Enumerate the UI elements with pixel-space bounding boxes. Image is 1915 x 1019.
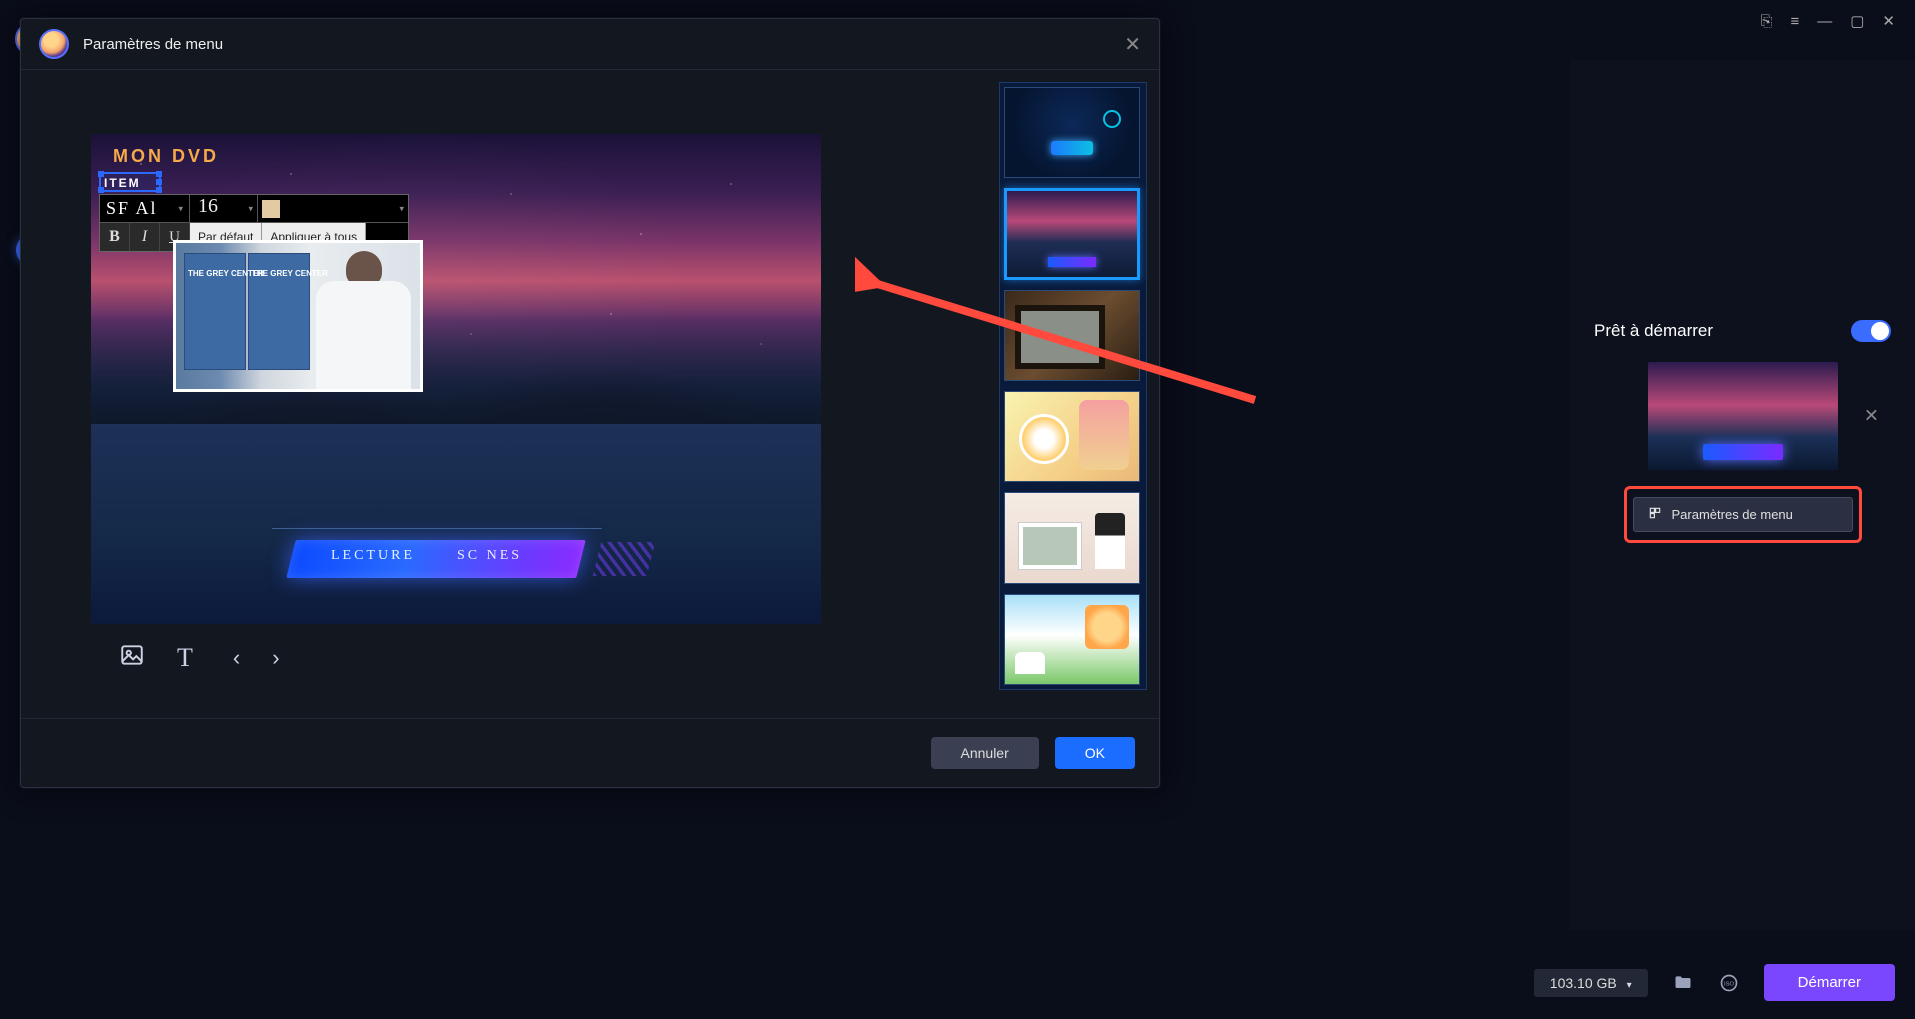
preview-tools: T ‹ › <box>91 624 999 674</box>
close-window-icon[interactable]: ✕ <box>1882 12 1895 30</box>
resize-handle[interactable] <box>98 171 104 177</box>
menu-settings-button[interactable]: Paramètres de menu <box>1633 497 1853 532</box>
sign-text: THE GREY CENTER <box>252 269 328 279</box>
window-controls: ⎘ ≡ — ▢ ✕ <box>1760 12 1895 30</box>
folder-icon[interactable] <box>1672 972 1694 994</box>
resize-handle[interactable] <box>98 187 104 193</box>
dvd-title-text[interactable]: MON DVD <box>113 146 219 167</box>
menu-icon[interactable]: ≡ <box>1790 13 1799 30</box>
svg-text:ISO: ISO <box>1724 981 1735 987</box>
remove-preview-icon[interactable]: ✕ <box>1864 406 1879 427</box>
pin-icon[interactable]: ⎘ <box>1760 13 1772 30</box>
selected-text-item[interactable]: ITEM <box>99 172 161 192</box>
template-thumb-wedding[interactable] <box>1004 492 1140 583</box>
menu-preview-canvas[interactable]: MON DVD ITEM SF Al ▾ <box>91 134 821 624</box>
template-thumb-film-reel[interactable] <box>1004 290 1140 381</box>
ok-button[interactable]: OK <box>1055 737 1135 769</box>
resize-handle[interactable] <box>156 171 162 177</box>
ready-to-start-label: Prêt à démarrer <box>1594 321 1713 341</box>
chevron-down-icon: ▾ <box>178 203 185 214</box>
play-bar: LECTURE SC NES <box>261 522 651 584</box>
next-page-icon[interactable]: › <box>272 645 279 671</box>
item-label: ITEM <box>101 176 141 190</box>
color-swatch <box>262 200 280 218</box>
template-thumb-kids[interactable] <box>1004 594 1140 685</box>
ready-toggle[interactable] <box>1851 320 1891 342</box>
bold-button[interactable]: B <box>100 223 130 251</box>
font-color-select[interactable]: ▾ <box>258 195 408 222</box>
text-tool-icon[interactable]: T <box>177 643 193 673</box>
modal-header: Paramètres de menu ✕ <box>21 19 1159 70</box>
resize-handle[interactable] <box>156 187 162 193</box>
menu-preview-thumb[interactable] <box>1648 362 1838 470</box>
maximize-icon[interactable]: ▢ <box>1850 12 1864 30</box>
chevron-down-icon: ▾ <box>248 203 253 214</box>
annotation-highlight: Paramètres de menu <box>1624 486 1862 543</box>
menu-settings-label: Paramètres de menu <box>1672 507 1793 522</box>
play-button-label[interactable]: LECTURE <box>331 548 415 564</box>
scenes-button-label[interactable]: SC NES <box>457 548 522 564</box>
minimize-icon[interactable]: — <box>1817 13 1832 30</box>
modal-close-icon[interactable]: ✕ <box>1124 32 1141 57</box>
template-thumb-nebula[interactable] <box>1004 188 1140 279</box>
bottom-bar: 103.10 GB ▾ ISO Démarrer <box>1534 964 1895 1001</box>
template-thumb-tech-blue[interactable] <box>1004 87 1140 178</box>
disk-size-display[interactable]: 103.10 GB ▾ <box>1534 969 1648 997</box>
prev-page-icon[interactable]: ‹ <box>233 645 240 671</box>
chevron-down-icon: ▾ <box>399 203 404 214</box>
right-panel: Prêt à démarrer ✕ Paramètres de menu <box>1570 60 1915 930</box>
font-family-select[interactable]: SF Al ▾ <box>100 195 190 222</box>
template-strip[interactable] <box>999 82 1147 690</box>
italic-button[interactable]: I <box>130 223 160 251</box>
menu-settings-modal: Paramètres de menu ✕ MON DVD ITEM <box>20 18 1160 788</box>
resize-handle[interactable] <box>156 179 162 185</box>
start-button[interactable]: Démarrer <box>1764 964 1895 1001</box>
modal-footer: Annuler OK <box>21 718 1159 787</box>
iso-icon[interactable]: ISO <box>1718 972 1740 994</box>
video-clip-thumbnail[interactable]: THE GREY CENTER THE GREY CENTER <box>173 240 423 392</box>
font-size-select[interactable]: 16 ▾ <box>190 195 258 222</box>
menu-settings-icon <box>1648 506 1662 523</box>
image-tool-icon[interactable] <box>119 642 145 674</box>
template-thumb-floral[interactable] <box>1004 391 1140 482</box>
modal-title: Paramètres de menu <box>83 36 1110 53</box>
modal-avatar <box>39 29 69 59</box>
cancel-button[interactable]: Annuler <box>931 737 1039 769</box>
